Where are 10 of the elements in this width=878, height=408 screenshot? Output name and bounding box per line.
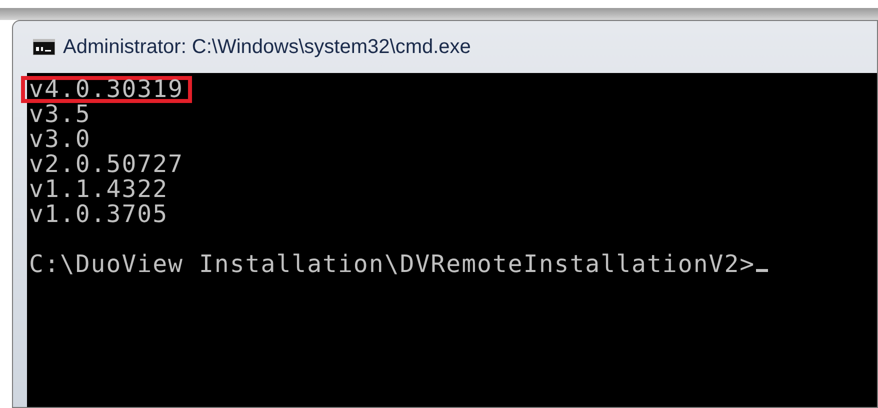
console-line: v2.0.50727 <box>29 152 184 177</box>
window-title: Administrator: C:\Windows\system32\cmd.exe <box>63 35 471 60</box>
console-line: v1.0.3705 <box>29 202 168 227</box>
console-app-icon <box>33 39 55 55</box>
console-line: v4.0.30319 <box>29 80 184 99</box>
text-cursor <box>756 269 768 272</box>
console-line: v1.1.4322 <box>29 177 168 202</box>
console-line: v3.5 <box>29 102 91 127</box>
console-line: v3.0 <box>29 127 91 152</box>
console-prompt: C:\DuoView Installation\DVRemoteInstallationV2> <box>29 252 756 277</box>
